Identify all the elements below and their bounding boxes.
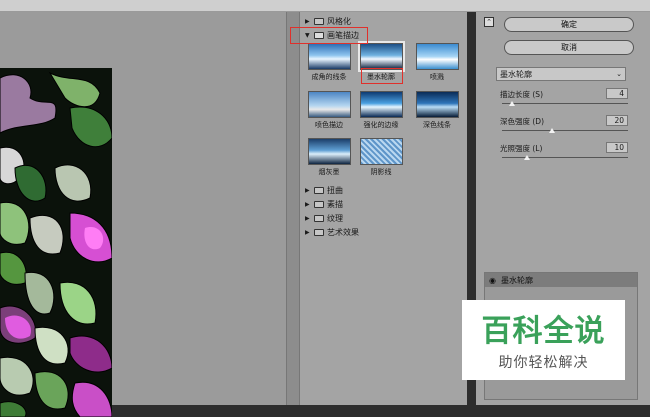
panel-divider[interactable]	[286, 12, 300, 405]
watermark-title: 百科全说	[481, 314, 606, 349]
filter-select-value: 墨水轮廓	[500, 69, 532, 79]
folder-icon	[314, 229, 324, 236]
filter-label: 深色线条	[423, 121, 451, 129]
slider-track[interactable]	[502, 157, 628, 158]
filter-label: 阴影线	[370, 168, 392, 176]
folder-icon	[314, 18, 324, 25]
preview-canvas[interactable]	[0, 68, 112, 417]
eye-icon[interactable]: ◉	[489, 276, 496, 285]
title-bar	[0, 0, 650, 12]
folder-icon	[314, 215, 324, 222]
category-label: 扭曲	[327, 186, 343, 195]
preview-panel[interactable]	[0, 12, 286, 417]
folder-icon	[314, 187, 324, 194]
effect-layer-label: 墨水轮廓	[500, 275, 533, 285]
expand-arrow-icon: ▶	[305, 201, 310, 208]
filter-thumb-spatter[interactable]: 喷溅	[414, 43, 460, 82]
effect-layer-row[interactable]: ◉ 墨水轮廓	[485, 273, 637, 287]
cancel-button[interactable]: 取消	[504, 40, 634, 55]
filter-thumb-crosshatch[interactable]: 阴影线	[358, 138, 404, 177]
slider-thumb[interactable]	[509, 101, 516, 106]
filter-label: 烟灰墨	[318, 168, 340, 176]
filter-thumb-accented-edges[interactable]: 强化的边缘	[358, 91, 404, 130]
filter-thumbnail	[307, 138, 351, 165]
filter-thumbnail	[359, 91, 403, 118]
filter-thumbnail	[359, 138, 403, 165]
slider-label: 深色强度 (D)	[500, 117, 545, 126]
slider-track[interactable]	[502, 130, 628, 131]
slider-value-input[interactable]: 4	[606, 88, 628, 99]
expand-arrow-icon: ▶	[305, 229, 310, 236]
slider-label: 描边长度 (S)	[500, 90, 543, 99]
slider-thumb[interactable]	[524, 155, 531, 160]
filter-thumb-angled-strokes[interactable]: 成角的线条	[306, 43, 352, 82]
category-label: 素描	[327, 200, 343, 209]
filter-label: 喷色描边	[315, 121, 343, 129]
slider-label: 光照强度 (L)	[500, 144, 543, 153]
watermark-logo: 百科全说 助你轻松解决	[462, 300, 625, 380]
expand-arrow-icon: ▶	[305, 18, 310, 25]
expand-arrow-icon: ▶	[305, 187, 310, 194]
category-label: 艺术效果	[327, 228, 359, 237]
highlight-filter-box	[361, 68, 403, 84]
preview-image	[0, 68, 112, 417]
category-distort[interactable]: ▶ 扭曲	[305, 184, 343, 197]
watermark-subtitle: 助你轻松解决	[498, 355, 589, 371]
filter-label: 成角的线条	[311, 73, 347, 81]
slider-thumb[interactable]	[549, 128, 556, 133]
filter-label: 喷溅	[430, 73, 444, 81]
category-texture[interactable]: ▶ 纹理	[305, 212, 343, 225]
slider-value-input[interactable]: 10	[606, 142, 628, 153]
collapse-gallery-icon[interactable]: ⌃	[484, 17, 494, 27]
filter-select[interactable]: 墨水轮廓 ⌄	[496, 67, 626, 81]
highlight-category-box	[290, 27, 368, 44]
filter-thumb-dark-strokes[interactable]: 深色线条	[414, 91, 460, 130]
slider-track[interactable]	[502, 103, 628, 104]
filter-thumb-sprayed-strokes[interactable]: 喷色描边	[306, 91, 352, 130]
ok-button[interactable]: 确定	[504, 17, 634, 32]
category-artistic[interactable]: ▶ 艺术效果	[305, 226, 359, 239]
filter-label: 强化的边缘	[363, 121, 399, 129]
filter-thumbnail	[307, 91, 351, 118]
category-sketch[interactable]: ▶ 素描	[305, 198, 343, 211]
category-label: 风格化	[327, 17, 351, 26]
filter-thumb-sumi-e[interactable]: 烟灰墨	[306, 138, 352, 177]
chevron-down-icon: ⌄	[616, 70, 622, 78]
filter-thumbnail-selected	[357, 41, 405, 72]
expand-arrow-icon: ▶	[305, 215, 310, 222]
filter-thumbnail	[415, 43, 459, 70]
slider-value-input[interactable]: 20	[606, 115, 628, 126]
folder-icon	[314, 201, 324, 208]
category-label: 纹理	[327, 214, 343, 223]
filter-thumbnail	[307, 43, 351, 70]
filter-thumbnail	[415, 91, 459, 118]
